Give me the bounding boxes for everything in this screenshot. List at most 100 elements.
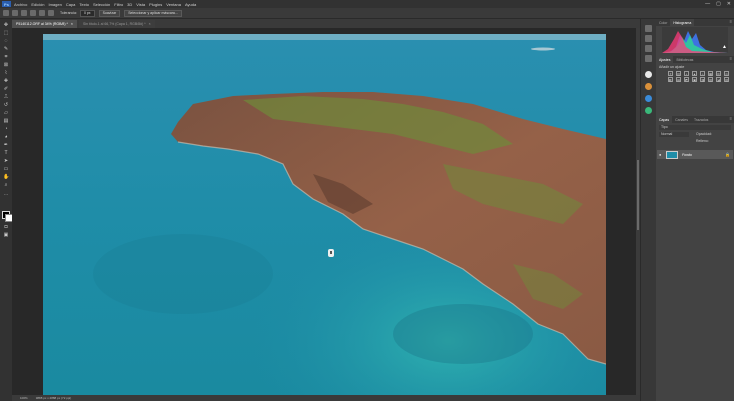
menu-ventana[interactable]: Ventana — [166, 2, 181, 7]
intersect-selection-icon[interactable] — [48, 10, 54, 16]
minimize-icon[interactable]: — — [705, 1, 710, 7]
tab-close-icon[interactable]: × — [149, 22, 151, 26]
swatches-icon[interactable] — [645, 95, 652, 102]
home-icon[interactable] — [3, 10, 9, 16]
right-panels: Color Histograma ≡ ▲ Ajustes Bibliotecas… — [656, 19, 734, 401]
blur-tool-icon[interactable]: ◔ — [3, 127, 9, 132]
screen-mode-icon[interactable]: ▣ — [3, 233, 9, 238]
exposure-icon[interactable]: ▲ — [692, 71, 697, 76]
layer-row[interactable]: ● Fondo 🔒 — [657, 150, 733, 159]
crop-tool-icon[interactable]: ⌗ — [3, 55, 9, 60]
color-lookup-icon[interactable]: ◩ — [684, 77, 689, 82]
visibility-eye-icon[interactable]: ● — [659, 152, 664, 157]
histogram-panel-tabs: Color Histograma ≡ — [656, 19, 734, 26]
tab-capas[interactable]: Capas — [656, 116, 673, 123]
menu-plugins[interactable]: Plugins — [149, 2, 162, 7]
selective-color-icon[interactable]: ◪ — [716, 77, 721, 82]
gradient-tool-icon[interactable]: ▤ — [3, 119, 9, 124]
warning-icon[interactable]: ▲ — [722, 44, 727, 50]
panel-menu-icon[interactable]: ≡ — [730, 116, 732, 121]
eraser-tool-icon[interactable]: ▱ — [3, 111, 9, 116]
menu-texto[interactable]: Texto — [79, 2, 89, 7]
photo-filter-icon[interactable]: ◧ — [668, 77, 673, 82]
maximize-icon[interactable]: ▢ — [716, 1, 721, 7]
layer-name[interactable]: Fondo — [682, 153, 692, 157]
invert-icon[interactable]: ▣ — [692, 77, 697, 82]
tab-histogram[interactable]: Histograma — [670, 19, 695, 26]
add-selection-icon[interactable] — [30, 10, 36, 16]
marquee-tool-icon[interactable]: ⬚ — [3, 31, 9, 36]
document-canvas-photo[interactable] — [43, 34, 606, 395]
gradients-icon[interactable] — [645, 107, 652, 114]
select-and-mask-button[interactable]: Seleccionar y aplicar máscara... — [124, 9, 182, 17]
panel-menu-icon[interactable]: ≡ — [730, 56, 732, 61]
blend-mode-select[interactable]: Normal — [659, 132, 689, 137]
path-selection-tool-icon[interactable]: ➤ — [3, 159, 9, 164]
menu-imagen[interactable]: Imagen — [48, 2, 61, 7]
paragraph-icon[interactable] — [645, 55, 652, 62]
tab-trazados[interactable]: Trazados — [691, 116, 711, 123]
menu-seleccion[interactable]: Selección — [93, 2, 110, 7]
scrollbar-thumb[interactable] — [637, 160, 639, 230]
frame-tool-icon[interactable]: ⊠ — [3, 63, 9, 68]
photoshop-logo[interactable]: Ps — [2, 1, 11, 7]
color-balance-icon[interactable]: ⚖ — [716, 71, 721, 76]
more-tools-icon[interactable]: ⋯ — [3, 193, 9, 198]
healing-brush-tool-icon[interactable]: ✚ — [3, 79, 9, 84]
libraries-icon[interactable] — [645, 71, 652, 78]
dodge-tool-icon[interactable]: ◕ — [3, 135, 9, 140]
menu-filtro[interactable]: Filtro — [114, 2, 123, 7]
threshold-icon[interactable]: ▧ — [708, 77, 713, 82]
subtract-selection-icon[interactable] — [39, 10, 45, 16]
tab-color[interactable]: Color — [656, 19, 670, 26]
menu-ayuda[interactable]: Ayuda — [185, 2, 196, 7]
black-white-icon[interactable]: ◎ — [724, 71, 729, 76]
layers-panel-tabs: Capas Canales Trazados ≡ — [656, 116, 734, 123]
magic-wand-icon[interactable] — [12, 10, 18, 16]
eyedropper-tool-icon[interactable]: ⌇ — [3, 71, 9, 76]
pen-tool-icon[interactable]: ✒ — [3, 143, 9, 148]
move-tool-icon[interactable]: ✥ — [3, 23, 9, 28]
layer-thumbnail — [666, 150, 678, 159]
hue-saturation-icon[interactable]: ▦ — [708, 71, 713, 76]
channel-mixer-icon[interactable]: ▤ — [676, 77, 681, 82]
menu-archivo[interactable]: Archivo — [14, 2, 27, 7]
properties-icon[interactable] — [645, 45, 652, 52]
curves-icon[interactable]: ◐ — [684, 71, 689, 76]
tab-document-1[interactable]: P5140112.ORF al 34% (RGB/8) * × — [12, 20, 77, 28]
rectangle-tool-icon[interactable]: ▭ — [3, 167, 9, 172]
tab-document-2[interactable]: Sin título-1 al 66,7% (Capa 1, RGB/8#) *… — [78, 20, 155, 28]
levels-icon[interactable]: ▥ — [676, 71, 681, 76]
menu-vista[interactable]: Vista — [136, 2, 145, 7]
type-tool-icon[interactable]: T — [3, 151, 9, 156]
gradient-map-icon[interactable]: ▨ — [724, 77, 729, 82]
menu-edicion[interactable]: Edición — [31, 2, 44, 7]
color-icon[interactable] — [645, 83, 652, 90]
panel-menu-icon[interactable]: ≡ — [730, 19, 732, 24]
lasso-tool-icon[interactable]: ◌ — [3, 39, 9, 44]
anti-alias-toggle[interactable]: Suavizar — [98, 9, 121, 17]
zoom-level[interactable]: 100% — [20, 396, 28, 400]
close-icon[interactable]: ✕ — [727, 1, 731, 7]
tab-canales[interactable]: Canales — [672, 116, 691, 123]
quick-mask-icon[interactable]: ◘ — [3, 225, 9, 230]
brush-tool-icon[interactable]: ✐ — [3, 87, 9, 92]
tolerance-input[interactable]: 0 px — [79, 9, 95, 17]
brightness-icon[interactable]: ☀ — [668, 71, 673, 76]
quick-select-tool-icon[interactable]: ✎ — [3, 47, 9, 52]
hand-tool-icon[interactable]: ✋ — [3, 175, 9, 180]
menu-3d[interactable]: 3D — [127, 2, 132, 7]
posterize-icon[interactable]: ◨ — [700, 77, 705, 82]
tab-close-icon[interactable]: × — [71, 22, 73, 26]
menu-capa[interactable]: Capa — [66, 2, 76, 7]
new-selection-icon[interactable] — [21, 10, 27, 16]
history-brush-tool-icon[interactable]: ↺ — [3, 103, 9, 108]
clone-stamp-tool-icon[interactable]: ⎍ — [3, 95, 9, 100]
zoom-tool-icon[interactable]: ⌕ — [3, 183, 9, 188]
layer-filter-select[interactable]: Tipo — [659, 125, 731, 130]
tab-ajustes[interactable]: Ajustes — [656, 56, 674, 63]
tab-bibliotecas[interactable]: Bibliotecas — [673, 56, 696, 63]
play-icon[interactable] — [645, 35, 652, 42]
vibrance-icon[interactable]: ◑ — [700, 71, 705, 76]
history-icon[interactable] — [645, 25, 652, 32]
